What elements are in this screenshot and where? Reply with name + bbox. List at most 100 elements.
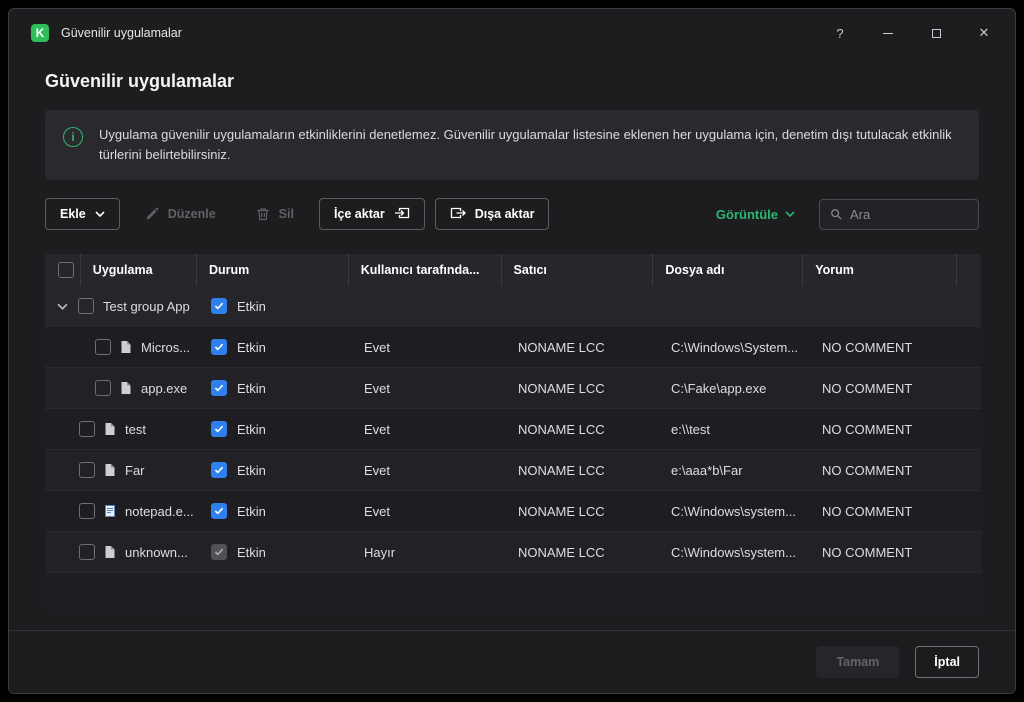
page-title: Güvenilir uygulamalar xyxy=(45,71,235,91)
export-icon xyxy=(450,208,466,219)
cell-status: Etkin xyxy=(198,491,351,531)
export-button[interactable]: Dışa aktar xyxy=(434,198,550,231)
cell-status: Etkin xyxy=(198,286,351,326)
app-name: test xyxy=(125,421,146,437)
close-button[interactable] xyxy=(975,24,993,42)
app-window: Güvenilir uygulamalar ? Güvenilir uygula… xyxy=(8,8,1016,694)
column-header-status[interactable]: Durum xyxy=(197,254,349,287)
app-name: unknown... xyxy=(125,544,188,560)
footer: Tamam İptal xyxy=(9,630,1015,693)
header-spacer-cell xyxy=(957,254,981,286)
row-checkbox[interactable] xyxy=(79,421,95,438)
table-row[interactable]: unknown... Etkin Hayır NONAME LCC C:\Win… xyxy=(45,532,981,574)
cell-vendor: NONAME LCC xyxy=(518,544,605,560)
file-icon xyxy=(120,340,132,354)
table-row[interactable]: Micros... Etkin Evet NONAME LCC C:\Windo… xyxy=(45,327,981,369)
minimize-button[interactable] xyxy=(879,24,897,42)
app-name: Test group App xyxy=(103,298,190,314)
chevron-down-icon xyxy=(785,211,795,218)
cell-status: Etkin xyxy=(198,450,351,490)
applications-table: Uygulama Durum Kullanıcı tarafında... Sa… xyxy=(45,254,981,614)
status-label: Etkin xyxy=(237,544,266,560)
pencil-icon xyxy=(146,207,159,220)
select-all-checkbox[interactable] xyxy=(58,262,74,279)
row-checkbox[interactable] xyxy=(78,298,94,315)
status-checkbox[interactable] xyxy=(211,339,227,356)
cell-user: Evet xyxy=(364,339,391,355)
cell-path: C:\Windows\system... xyxy=(671,544,796,560)
edit-button: Düzenle xyxy=(130,198,231,230)
cell-status: Etkin xyxy=(198,368,351,408)
file-icon xyxy=(104,545,116,559)
cell-status: Etkin xyxy=(198,409,351,449)
column-header-file[interactable]: Dosya adı xyxy=(653,254,804,287)
status-checkbox[interactable] xyxy=(211,503,227,520)
ok-button: Tamam xyxy=(816,646,900,678)
status-label: Etkin xyxy=(237,421,266,437)
notepad-icon xyxy=(104,504,116,518)
chevron-down-icon xyxy=(95,211,105,218)
cell-user xyxy=(351,286,505,326)
delete-button: Sil xyxy=(241,198,309,230)
file-icon xyxy=(104,422,116,436)
cancel-button[interactable]: İptal xyxy=(915,646,979,678)
cell-path: C:\Fake\app.exe xyxy=(671,380,767,396)
info-banner: Uygulama güvenilir uygulamaların etkinli… xyxy=(45,110,979,181)
view-dropdown[interactable]: Görüntüle xyxy=(716,207,795,222)
cell-user: Evet xyxy=(364,421,391,437)
cell-app: Micros... xyxy=(45,327,198,367)
cell-path: C:\Windows\System... xyxy=(671,339,799,355)
add-button[interactable]: Ekle xyxy=(45,198,120,231)
column-header-app[interactable]: Uygulama xyxy=(81,254,197,287)
export-button-label: Dışa aktar xyxy=(474,207,535,222)
edit-button-label: Düzenle xyxy=(167,207,216,222)
content-area: Güvenilir uygulamalar Uygulama güvenilir… xyxy=(9,57,1015,630)
status-checkbox[interactable] xyxy=(211,421,227,438)
minimize-icon xyxy=(883,32,893,34)
header-select-cell xyxy=(45,254,81,287)
status-checkbox[interactable] xyxy=(211,298,227,315)
table-row-group[interactable]: Test group App Etkin xyxy=(45,286,981,328)
cell-comment: NO COMMENT xyxy=(822,462,913,478)
status-checkbox[interactable] xyxy=(211,462,227,479)
trash-icon xyxy=(257,208,269,221)
help-button[interactable]: ? xyxy=(831,24,849,42)
cell-app: Test group App xyxy=(45,286,198,326)
table-row[interactable]: test Etkin Evet NONAME LCC e:\\test NO C… xyxy=(45,409,981,451)
expand-chevron-icon[interactable] xyxy=(57,300,69,312)
row-checkbox[interactable] xyxy=(79,462,95,479)
cell-app: notepad.e... xyxy=(45,491,198,531)
table-row[interactable]: notepad.e... Etkin Evet NONAME LCC C:\Wi… xyxy=(45,491,981,533)
column-header-user[interactable]: Kullanıcı tarafında... xyxy=(349,254,502,287)
maximize-button[interactable] xyxy=(927,24,945,42)
status-checkbox-disabled xyxy=(211,544,227,561)
cell-vendor xyxy=(505,286,658,326)
row-checkbox[interactable] xyxy=(95,380,111,397)
app-name: app.exe xyxy=(141,380,188,396)
app-name: notepad.e... xyxy=(125,503,194,519)
table-header: Uygulama Durum Kullanıcı tarafında... Sa… xyxy=(45,254,981,287)
row-checkbox[interactable] xyxy=(95,339,111,356)
search-input[interactable] xyxy=(849,206,968,222)
cell-user: Evet xyxy=(364,503,391,519)
import-button[interactable]: İçe aktar xyxy=(318,198,425,231)
kaspersky-logo-icon xyxy=(31,24,49,42)
column-header-vendor[interactable]: Satıcı xyxy=(502,254,654,287)
cell-path: C:\Windows\system... xyxy=(671,503,796,519)
cell-comment: NO COMMENT xyxy=(822,544,913,560)
status-checkbox[interactable] xyxy=(211,380,227,397)
table-row[interactable]: app.exe Etkin Evet NONAME LCC C:\Fake\ap… xyxy=(45,368,981,410)
cell-app: unknown... xyxy=(45,532,198,572)
status-label: Etkin xyxy=(237,339,266,355)
search-box[interactable] xyxy=(819,198,979,230)
row-checkbox[interactable] xyxy=(79,503,95,520)
status-label: Etkin xyxy=(237,380,266,396)
cell-path: e:\aaa*b\Far xyxy=(671,462,743,478)
cell-app: Far xyxy=(45,450,198,490)
cell-path: e:\\test xyxy=(671,421,711,437)
row-checkbox[interactable] xyxy=(79,544,95,561)
table-empty-area xyxy=(45,573,981,614)
column-header-comment[interactable]: Yorum xyxy=(803,254,957,287)
table-row[interactable]: Far Etkin Evet NONAME LCC e:\aaa*b\Far N… xyxy=(45,450,981,492)
cell-vendor: NONAME LCC xyxy=(518,339,605,355)
